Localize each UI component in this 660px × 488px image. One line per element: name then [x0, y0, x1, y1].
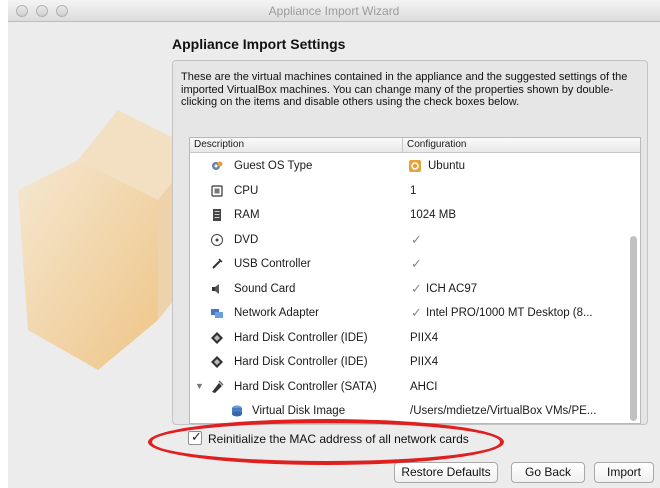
title-bar: Appliance Import Wizard: [8, 0, 660, 22]
row-label: Hard Disk Controller (SATA): [234, 380, 377, 393]
table-row[interactable]: CPU 1: [190, 179, 630, 204]
gear-icon: [210, 159, 224, 173]
appliance-settings-table[interactable]: Description Configuration Guest OS Type …: [189, 137, 641, 424]
row-label: Hard Disk Controller (IDE): [234, 331, 368, 344]
table-row[interactable]: Hard Disk Controller (IDE) PIIX4: [190, 350, 630, 375]
row-label: Guest OS Type: [234, 160, 313, 172]
row-value: PIIX4: [410, 331, 439, 344]
import-wizard-window: Appliance Import Wizard Appliance Import…: [8, 0, 660, 488]
scrollbar-thumb[interactable]: [630, 236, 637, 421]
ram-icon: [210, 208, 224, 222]
row-label: USB Controller: [234, 258, 311, 270]
table-row[interactable]: Guest OS Type Ubuntu: [190, 154, 630, 179]
row-checkbox[interactable]: ✓: [411, 305, 422, 321]
dvd-icon: [210, 233, 224, 247]
disk-controller-icon: [210, 331, 224, 345]
usb-icon: [210, 257, 224, 271]
row-label: DVD: [234, 233, 259, 246]
row-checkbox[interactable]: ✓: [411, 232, 422, 248]
column-header-configuration[interactable]: Configuration: [402, 138, 466, 153]
row-value: /Users/mdietze/VirtualBox VMs/PE...: [410, 405, 597, 417]
table-scrollbar[interactable]: [630, 154, 638, 422]
sata-controller-icon: [210, 379, 224, 394]
row-checkbox[interactable]: ✓: [411, 281, 422, 297]
go-back-button[interactable]: Go Back: [511, 462, 585, 483]
page-title: Appliance Import Settings: [172, 36, 346, 52]
row-label: Network Adapter: [234, 307, 320, 319]
import-button[interactable]: Import: [594, 462, 654, 483]
table-row[interactable]: ▼ Hard Disk Controller (SATA) AHCI: [190, 375, 630, 400]
table-row[interactable]: USB Controller ✓: [190, 252, 630, 277]
window-title: Appliance Import Wizard: [268, 4, 400, 18]
settings-panel: These are the virtual machines contained…: [172, 60, 648, 425]
ubuntu-icon: [408, 159, 422, 173]
row-label: CPU: [234, 184, 259, 197]
column-header-description[interactable]: Description: [194, 139, 244, 150]
table-row[interactable]: RAM 1024 MB: [190, 203, 630, 228]
table-row[interactable]: Sound Card ✓ ICH AC97: [190, 277, 630, 302]
row-label: Sound Card: [234, 282, 296, 295]
network-icon: [210, 306, 224, 320]
virtual-disk-icon: [230, 404, 244, 418]
row-value: PIIX4: [410, 356, 439, 368]
table-row[interactable]: DVD ✓: [190, 228, 630, 253]
table-header: Description Configuration: [190, 138, 640, 153]
restore-defaults-button[interactable]: Restore Defaults: [394, 462, 498, 483]
row-value: Intel PRO/1000 MT Desktop (8...: [426, 307, 593, 319]
row-value: AHCI: [410, 380, 438, 393]
table-row[interactable]: Network Adapter ✓ Intel PRO/1000 MT Desk…: [190, 301, 630, 326]
row-value: Ubuntu: [428, 160, 466, 172]
row-label: RAM: [234, 209, 260, 221]
table-row[interactable]: Hard Disk Controller (IDE) PIIX4: [190, 326, 630, 351]
row-label: Virtual Disk Image: [252, 405, 346, 417]
row-value: 1: [410, 184, 417, 197]
disclosure-triangle-icon[interactable]: ▼: [195, 381, 204, 391]
row-value: 1024 MB: [410, 209, 457, 221]
annotation-highlight-ellipse: [148, 419, 504, 465]
cpu-icon: [210, 184, 224, 198]
row-checkbox[interactable]: ✓: [411, 256, 422, 272]
row-label: Hard Disk Controller (IDE): [234, 356, 368, 368]
disk-controller-icon: [210, 355, 224, 369]
row-value: ICH AC97: [426, 282, 478, 295]
sound-icon: [210, 282, 224, 296]
description-text: These are the virtual machines contained…: [181, 71, 628, 108]
